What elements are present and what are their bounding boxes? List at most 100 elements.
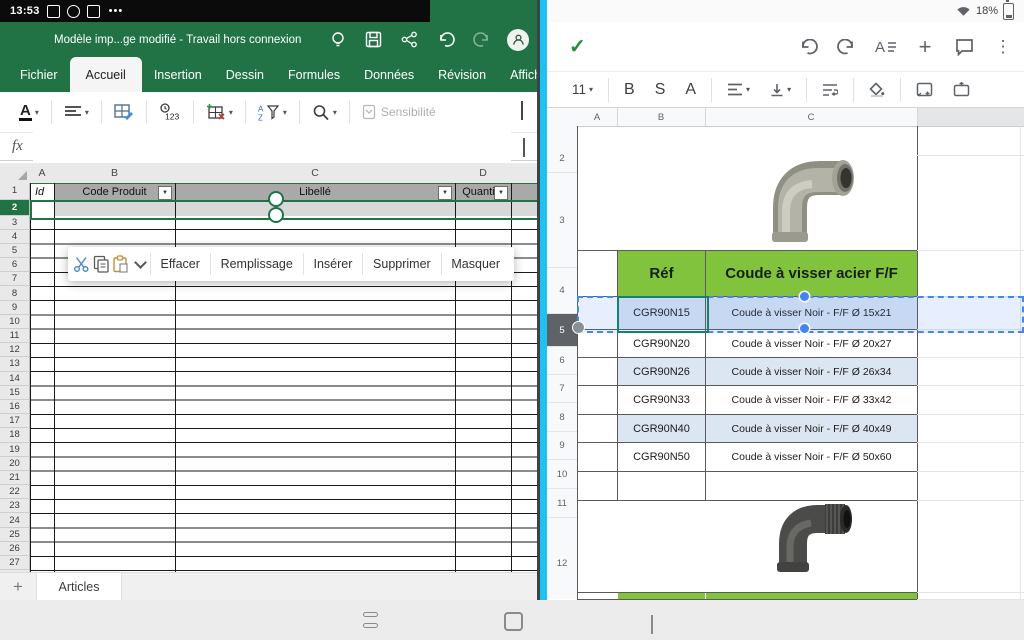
selection-handle-bottom[interactable] [268,207,284,223]
merge-cells-icon[interactable] [907,77,942,103]
cell-table-title[interactable]: Coude à visser acier F/F [706,251,917,296]
text-color-icon[interactable]: A [676,77,705,103]
row-header-24[interactable]: 24 [0,513,30,527]
tab-revision[interactable]: Révision [426,57,498,92]
fill-color-icon[interactable] [860,77,894,103]
row-header-4[interactable]: 4 [547,268,577,314]
galvanized-elbow-fitting-image[interactable] [762,156,862,244]
row-header-11[interactable]: 11 [0,329,30,343]
row-header-8[interactable]: 8 [547,403,577,432]
excel-grid[interactable]: A B C D 12345678910111213141516171819202… [0,161,537,572]
filter-icon[interactable]: ▼ [494,186,508,200]
search-icon[interactable]: ▾ [305,97,344,127]
cell-b1[interactable]: Code Produit ▼ [54,184,175,201]
undo-icon[interactable] [435,29,456,50]
cell-d1[interactable]: Quantité ▼ [455,184,511,201]
copy-icon[interactable] [91,252,110,276]
home-icon[interactable] [504,612,523,631]
back-icon[interactable] [651,615,653,633]
row-header-15[interactable]: 15 [0,386,30,400]
cell-label-CGR90N26[interactable]: Coude à visser Noir - F/F Ø 26x34 [706,358,917,385]
cell-c1[interactable]: Libellé ▼ [175,184,455,201]
filter-icon[interactable]: ▼ [438,186,452,200]
sheets-grid[interactable]: A B C 23456789101112 Réf Coude à visser … [547,108,1024,600]
insert-delete-cells-icon[interactable]: ▾ [199,97,240,127]
add-sheet-icon[interactable]: + [0,573,36,600]
row-header-20[interactable]: 20 [0,457,30,471]
filter-icon[interactable]: ▼ [158,186,172,200]
left-row-headers[interactable]: 1234567891011121314151617181920212223242… [0,183,30,572]
cell-e1-partial[interactable] [511,184,537,201]
col-header-b[interactable]: B [617,108,706,126]
row-header-4[interactable]: 4 [0,230,30,244]
menu-item-masquer[interactable]: Masquer [441,257,510,271]
sheets-row-headers[interactable]: 23456789101112 [547,126,578,599]
row-header-9[interactable]: 9 [0,301,30,315]
cell-code-CGR90N33[interactable]: CGR90N33 [618,386,705,414]
collapse-ribbon-icon[interactable] [521,103,523,121]
recents-icon[interactable] [363,612,378,628]
row-header-19[interactable]: 19 [0,443,30,457]
row-header-25[interactable]: 25 [0,528,30,542]
share-icon[interactable] [399,29,420,50]
col-header-partial[interactable] [511,163,537,184]
tab-insertion[interactable]: Insertion [142,57,214,92]
align-icon[interactable]: ▾ [57,97,96,127]
menu-item-supprimer[interactable]: Supprimer [363,257,441,271]
cell-code-CGR90N26[interactable]: CGR90N26 [618,358,705,385]
bold-icon[interactable]: B [615,77,644,103]
row-header-6[interactable]: 6 [0,258,30,272]
tab-donnees[interactable]: Données [352,57,426,92]
row-header-1[interactable]: 1 [0,183,30,200]
col-header-a[interactable]: A [30,163,55,184]
row-header-7[interactable]: 7 [547,375,577,403]
font-size-dropdown[interactable]: 11▾ [563,77,602,103]
format-text-icon[interactable]: A [875,36,897,58]
cell-ref-header[interactable]: Réf [618,251,705,296]
row-header-27[interactable]: 27 [0,556,30,570]
menu-item-effacer[interactable]: Effacer [151,257,210,271]
row-header-10[interactable]: 10 [0,315,30,329]
cell-code-CGR90N40[interactable]: CGR90N40 [618,415,705,442]
expand-icon[interactable] [130,252,149,276]
split-divider-handle[interactable] [540,0,547,600]
kebab-menu-icon[interactable]: ⋮ [992,36,1014,58]
selection-handle-top[interactable] [268,191,284,207]
done-check-icon[interactable]: ✓ [569,34,586,59]
number-format-icon[interactable]: 123 [152,97,188,127]
row-header-12[interactable]: 12 [547,518,577,600]
row-header-22[interactable]: 22 [0,485,30,499]
row-header-17[interactable]: 17 [0,414,30,428]
cell-label-CGR90N50[interactable]: Coude à visser Noir - F/F Ø 50x60 [706,443,917,471]
comment-icon[interactable] [953,36,975,58]
row-resize-handle[interactable] [572,321,585,334]
lightbulb-icon[interactable] [327,29,348,50]
row-header-23[interactable]: 23 [0,499,30,513]
tab-accueil[interactable]: Accueil [70,57,142,92]
col-header-a[interactable]: A [577,108,618,126]
row-header-12[interactable]: 12 [0,343,30,357]
tab-formules[interactable]: Formules [276,57,352,92]
row-header-2[interactable]: 2 [547,144,577,173]
row-header-18[interactable]: 18 [0,428,30,442]
cell-label-CGR90N33[interactable]: Coude à visser Noir - F/F Ø 33x42 [706,386,917,414]
row-header-2[interactable]: 2 [0,200,30,216]
col-header-d[interactable]: D [455,163,512,184]
formula-input[interactable] [33,132,511,161]
col-header-c[interactable]: C [705,108,918,126]
row-header-7[interactable]: 7 [0,272,30,286]
format-table-icon[interactable] [107,97,141,127]
save-icon[interactable] [363,29,384,50]
row-header-11[interactable]: 11 [547,489,577,518]
select-all-corner[interactable] [0,163,31,184]
plus-icon[interactable]: + [914,36,936,58]
row-header-14[interactable]: 14 [0,372,30,386]
strikethrough-icon[interactable]: S [646,77,675,103]
selection-handle-top[interactable] [800,292,809,301]
row-header-3[interactable]: 3 [547,173,577,268]
sheet-tab-articles[interactable]: Articles [36,573,122,600]
paste-icon[interactable] [111,252,130,276]
cell-code-CGR90N50[interactable]: CGR90N50 [618,443,705,471]
tab-dessin[interactable]: Dessin [214,57,276,92]
borders-icon[interactable] [944,77,979,103]
